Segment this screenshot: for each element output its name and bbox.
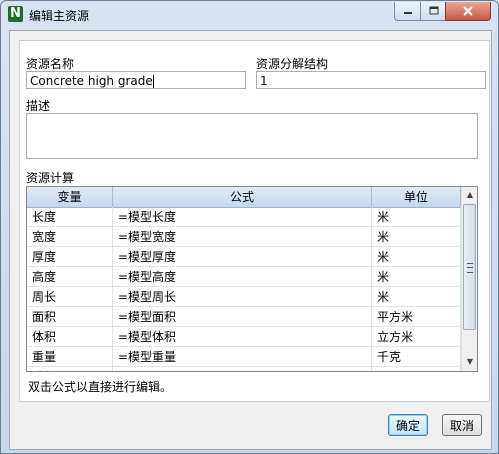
minimize-icon	[404, 12, 412, 14]
variable-cell: 高度	[27, 267, 113, 287]
table-row[interactable]: 长度 =模型长度 米	[27, 207, 461, 227]
formula-cell[interactable]: =模型宽度	[113, 227, 372, 247]
formula-cell[interactable]: =模型重量	[113, 347, 372, 367]
resource-name-label: 资源名称	[26, 57, 75, 71]
table-row[interactable]: 厚度 =模型厚度 米	[27, 247, 461, 267]
close-icon	[463, 6, 473, 16]
close-button[interactable]	[445, 2, 491, 21]
calc-label: 资源计算	[26, 171, 75, 185]
grid-scrollbar[interactable]: ▲ ▼	[461, 187, 477, 371]
variable-cell: 面积	[27, 307, 113, 327]
formula-cell[interactable]: =模型体积	[113, 327, 372, 347]
table-row[interactable]: 面积 =模型面积 平方米	[27, 307, 461, 327]
table-row[interactable]: 重量 =模型重量 千克	[27, 347, 461, 367]
table-row[interactable]: 计数 =1 个	[27, 367, 461, 371]
unit-cell[interactable]: 米	[372, 207, 461, 227]
hint-text: 双击公式以直接进行编辑。	[28, 380, 173, 394]
breakdown-input[interactable]: 1	[256, 71, 486, 89]
app-logo-icon: N	[8, 6, 23, 22]
variable-cell: 长度	[27, 207, 113, 227]
formula-cell[interactable]: =1	[113, 367, 372, 371]
table-row[interactable]: 高度 =模型高度 米	[27, 267, 461, 287]
description-textarea[interactable]	[26, 113, 478, 159]
maximize-icon	[429, 6, 438, 15]
scroll-down-icon[interactable]: ▼	[463, 354, 477, 370]
resource-name-value: Concrete high grade	[30, 74, 153, 88]
minimize-button[interactable]	[394, 2, 422, 21]
scroll-up-icon[interactable]: ▲	[463, 187, 477, 203]
breakdown-label: 资源分解结构	[256, 57, 329, 71]
table-row[interactable]: 宽度 =模型宽度 米	[27, 227, 461, 247]
grip-icon	[467, 263, 473, 273]
variable-cell: 周长	[27, 287, 113, 307]
description-label: 描述	[26, 99, 51, 113]
resource-name-input[interactable]: Concrete high grade	[26, 71, 246, 89]
resource-panel: 资源名称 资源分解结构 Concrete high grade 1 描述 资源计…	[19, 40, 490, 402]
variable-cell: 计数	[27, 367, 113, 371]
formula-cell[interactable]: =模型厚度	[113, 247, 372, 267]
dialog-window: N 编辑主资源 资源名称 资源分解结构 Concrete high grade …	[0, 0, 499, 454]
unit-cell[interactable]: 米	[372, 267, 461, 287]
title-bar[interactable]: N 编辑主资源	[1, 1, 498, 29]
maximize-button[interactable]	[420, 2, 447, 21]
calc-grid: 变量 公式 单位 长度 =模型长度 米 宽度 =模型宽度 米 厚度 =模型厚度	[26, 186, 478, 372]
variable-cell: 体积	[27, 327, 113, 347]
column-formula[interactable]: 公式	[113, 187, 372, 207]
unit-cell[interactable]: 个	[372, 367, 461, 371]
unit-cell[interactable]: 平方米	[372, 307, 461, 327]
formula-cell[interactable]: =模型面积	[113, 307, 372, 327]
unit-cell[interactable]: 米	[372, 247, 461, 267]
grid-header: 变量 公式 单位	[27, 187, 461, 208]
dialog-body: 资源名称 资源分解结构 Concrete high grade 1 描述 资源计…	[9, 30, 492, 450]
variable-cell: 厚度	[27, 247, 113, 267]
cancel-button[interactable]: 取消	[442, 414, 482, 436]
variable-cell: 宽度	[27, 227, 113, 247]
column-variable[interactable]: 变量	[27, 187, 113, 207]
column-unit[interactable]: 单位	[372, 187, 461, 207]
variable-cell: 重量	[27, 347, 113, 367]
formula-cell[interactable]: =模型长度	[113, 207, 372, 227]
unit-cell[interactable]: 千克	[372, 347, 461, 367]
unit-cell[interactable]: 立方米	[372, 327, 461, 347]
window-title: 编辑主资源	[29, 9, 90, 23]
scroll-thumb[interactable]	[463, 204, 476, 330]
text-caret	[152, 75, 154, 88]
unit-cell[interactable]: 米	[372, 227, 461, 247]
ok-button[interactable]: 确定	[388, 414, 428, 436]
table-row[interactable]: 周长 =模型周长 米	[27, 287, 461, 307]
formula-cell[interactable]: =模型周长	[113, 287, 372, 307]
formula-cell[interactable]: =模型高度	[113, 267, 372, 287]
table-row[interactable]: 体积 =模型体积 立方米	[27, 327, 461, 347]
unit-cell[interactable]: 米	[372, 287, 461, 307]
